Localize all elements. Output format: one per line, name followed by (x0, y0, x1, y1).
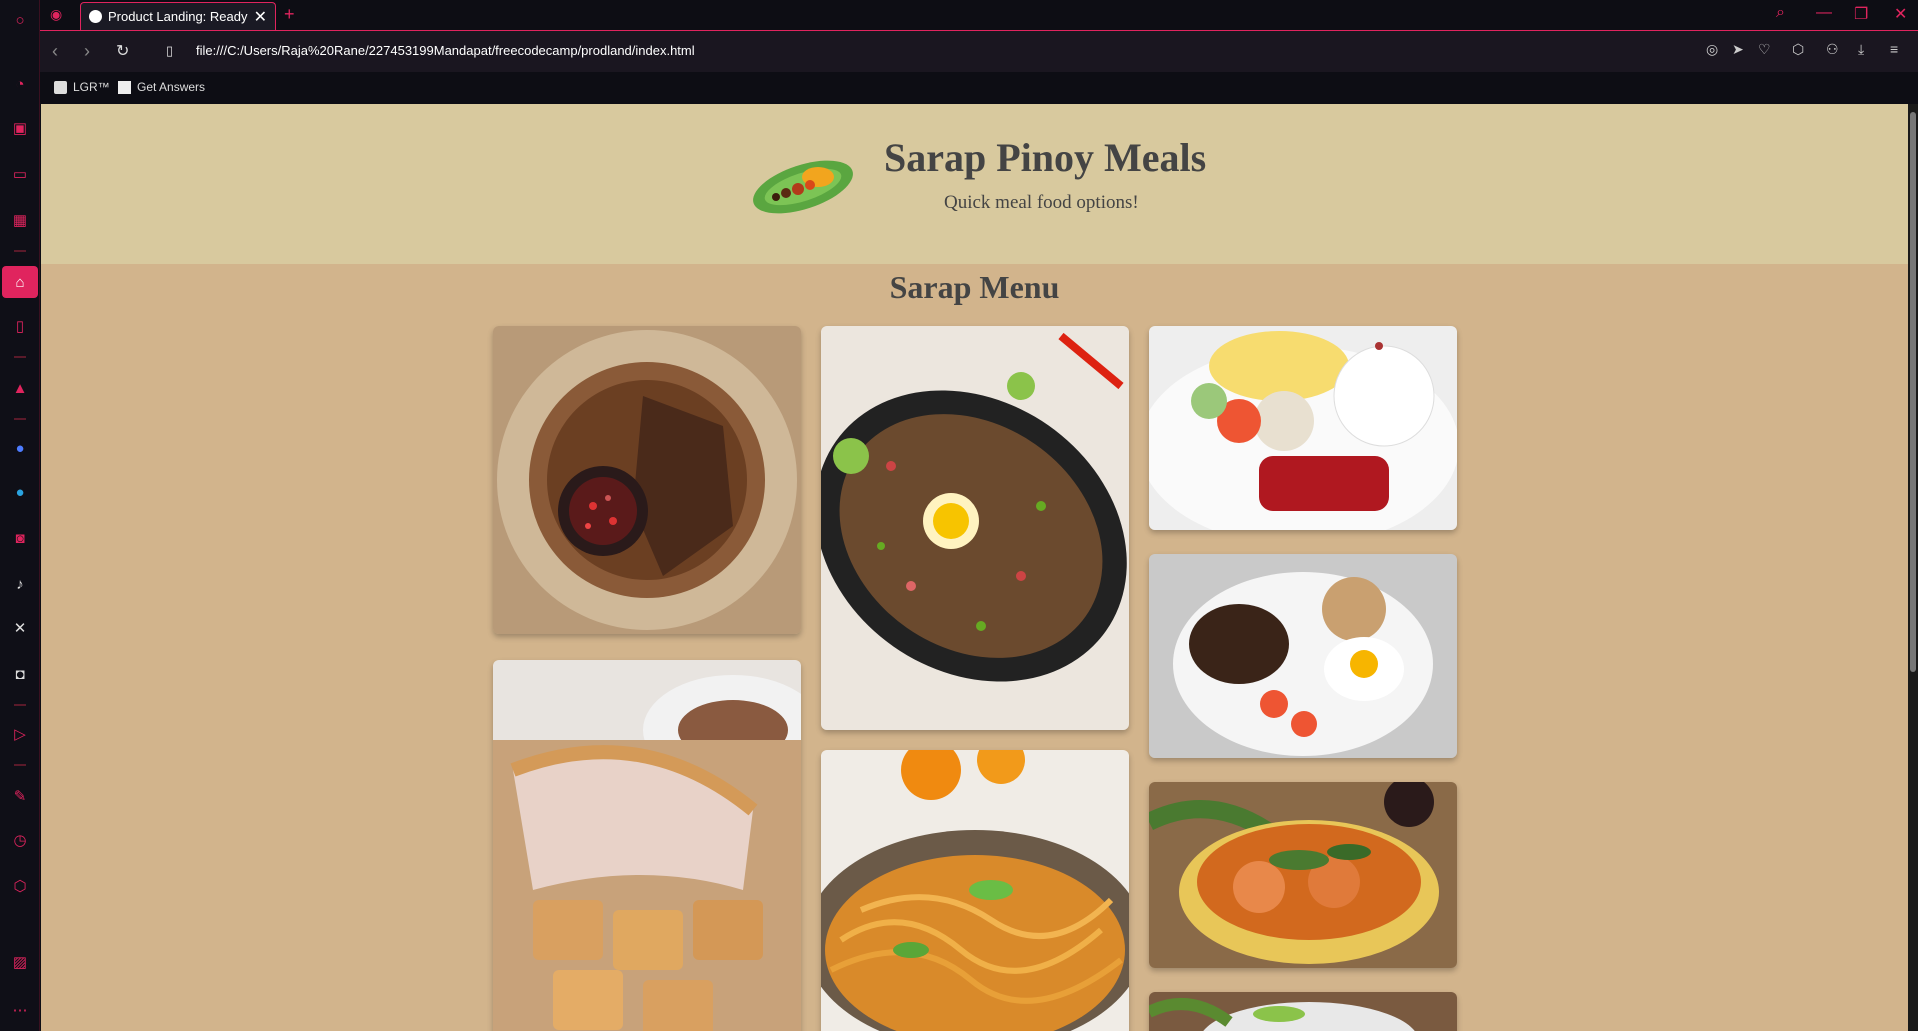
food-leaf-logo (753, 160, 853, 214)
pinboard-icon[interactable]: ✎ (8, 784, 32, 808)
menu-icon[interactable]: ≡ (1890, 41, 1898, 57)
profile-icon[interactable]: ⚇ (1826, 41, 1839, 58)
instagram-icon[interactable]: ◙ (8, 526, 32, 550)
page-viewport: Sarap Pinoy Meals Quick meal food option… (41, 104, 1908, 1031)
minimize-icon[interactable]: — (1816, 4, 1832, 22)
shopping-bag-icon[interactable]: ▣ (8, 116, 32, 140)
url-field[interactable]: file:///C:/Users/Raja%20Rane/227453199Ma… (196, 43, 695, 58)
send-icon[interactable]: ➤ (1732, 41, 1744, 58)
gallery-icon[interactable]: ▨ (8, 950, 32, 974)
globe-icon (89, 10, 102, 23)
player-icon[interactable]: ▷ (8, 722, 32, 746)
tab-active[interactable]: Product Landing: Ready to ✕ (80, 2, 276, 30)
gamepad-icon[interactable]: ◉ (50, 6, 62, 23)
messenger-icon[interactable]: ● (8, 436, 32, 460)
cpu-icon[interactable]: ▦ (8, 208, 32, 232)
bookmark-lgr[interactable]: LGR™ (54, 80, 110, 94)
forward-icon[interactable]: › (84, 41, 90, 62)
bookmark-get-answers[interactable]: Get Answers (118, 80, 205, 94)
menu-item-tapsilog-image[interactable] (1149, 554, 1457, 758)
notion-icon (54, 80, 67, 94)
back-icon[interactable]: ‹ (52, 41, 58, 62)
x-icon[interactable]: ✕ (8, 616, 32, 640)
menu-item-lechon-kawali-image[interactable] (493, 660, 801, 1031)
speed-dial-icon[interactable]: ◔ (8, 72, 32, 96)
new-tab-button[interactable]: + (284, 4, 295, 25)
close-window-icon[interactable]: ✕ (1894, 4, 1907, 24)
discord-icon[interactable]: ◘ (8, 662, 32, 686)
menu-item-kare-kare-image[interactable] (1149, 782, 1457, 968)
tiktok-icon[interactable]: ♪ (8, 572, 32, 596)
home-icon[interactable]: ⌂ (2, 266, 38, 298)
extensions-icon[interactable]: ⬡ (8, 874, 32, 898)
bookmarks-bar: LGR™ Get Answers (40, 72, 1918, 104)
aria-icon[interactable]: ▲ (8, 376, 32, 400)
cube-icon[interactable]: ⬡ (1792, 41, 1804, 58)
scrollbar-thumb[interactable] (1910, 112, 1916, 672)
menu-item-sinigang-image[interactable] (1149, 992, 1457, 1031)
twitch-icon[interactable]: ▭ (8, 162, 32, 186)
history-icon[interactable]: ◷ (8, 828, 32, 852)
tab-title: Product Landing: Ready to (108, 9, 248, 24)
opera-logo-icon[interactable]: ○ (8, 8, 32, 32)
brand-title: Sarap Pinoy Meals (884, 135, 1207, 180)
heart-icon[interactable]: ♡ (1758, 41, 1771, 58)
page-scrollbar[interactable] (1908, 104, 1918, 1031)
page-header: Sarap Pinoy Meals Quick meal food option… (41, 104, 1908, 264)
menu-title: Sarap Menu (889, 269, 1060, 305)
browser-sidebar: ○ ◔ ▣ ▭ ▦ ⌂ ▯ ▲ ● ● ◙ ♪ ✕ ◘ ▷ ✎ ◷ ⬡ ▨ ⋯ (0, 0, 40, 1031)
restore-icon[interactable]: ❐ (1854, 4, 1868, 24)
tab-bar: ◉ Product Landing: Ready to ✕ + ⌕ — ❐ ✕ (40, 0, 1918, 30)
more-icon[interactable]: ⋯ (8, 998, 32, 1022)
search-icon[interactable]: ⌕ (1776, 4, 1785, 22)
camera-icon[interactable]: ◎ (1706, 41, 1718, 58)
menu-item-sisig-image[interactable] (821, 326, 1129, 730)
menu-item-liempo-image[interactable] (493, 326, 801, 634)
close-tab-icon[interactable]: ✕ (254, 7, 267, 27)
file-icon: ▯ (166, 43, 174, 58)
tagline: Quick meal food options! (944, 192, 1139, 213)
document-icon (118, 80, 131, 94)
address-bar: ‹ › ↻ ▯ file:///C:/Users/Raja%20Rane/227… (40, 30, 1918, 72)
reload-icon[interactable]: ↻ (116, 41, 129, 61)
download-icon[interactable]: ⤓ (1858, 41, 1864, 58)
menu-item-tocilog-image[interactable] (1149, 326, 1457, 530)
menu-item-pancit-image[interactable] (821, 750, 1129, 1031)
telegram-icon[interactable]: ● (8, 480, 32, 504)
book-icon[interactable]: ▯ (8, 314, 32, 338)
